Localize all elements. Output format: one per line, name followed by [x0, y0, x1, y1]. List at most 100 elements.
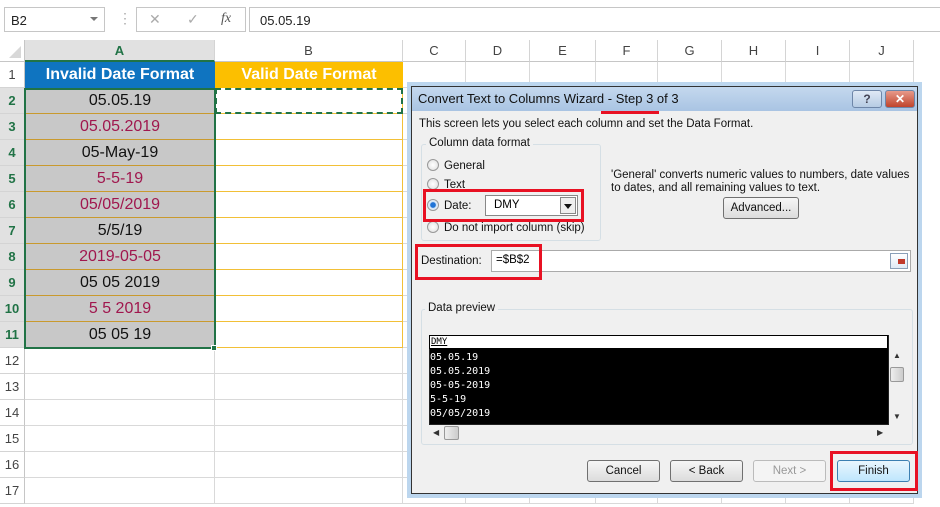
cell[interactable]: [403, 62, 466, 88]
column-header-b[interactable]: B: [215, 40, 403, 62]
column-header-h[interactable]: H: [722, 40, 786, 62]
cell[interactable]: [850, 62, 914, 88]
back-button[interactable]: < Back: [670, 460, 743, 482]
fill-handle[interactable]: [211, 345, 217, 351]
row-header-9[interactable]: 9: [0, 270, 25, 296]
cell-a5[interactable]: 5-5-19: [25, 166, 215, 192]
cell-b8[interactable]: [215, 244, 403, 270]
cell[interactable]: [25, 426, 215, 452]
advanced-button[interactable]: Advanced...: [723, 197, 799, 219]
row-header-2[interactable]: 2: [0, 88, 25, 114]
cancel-icon[interactable]: ✕: [149, 11, 161, 28]
cell-a10[interactable]: 5 5 2019: [25, 296, 215, 322]
cell-b4[interactable]: [215, 140, 403, 166]
radio-general[interactable]: General: [427, 159, 485, 172]
chevron-down-icon[interactable]: [90, 17, 98, 21]
column-header-d[interactable]: D: [466, 40, 530, 62]
preview-vertical-scrollbar[interactable]: ▲ ▼: [889, 349, 905, 425]
cell-b9[interactable]: [215, 270, 403, 296]
cell[interactable]: [786, 62, 850, 88]
scroll-up-icon[interactable]: ▲: [893, 351, 901, 360]
cell[interactable]: [215, 426, 403, 452]
cell-a7[interactable]: 5/5/19: [25, 218, 215, 244]
row-header-10[interactable]: 10: [0, 296, 25, 322]
cell-a2[interactable]: 05.05.19: [25, 88, 215, 114]
name-box[interactable]: B2: [4, 7, 105, 32]
row-header-1[interactable]: 1: [0, 62, 25, 88]
cell[interactable]: [596, 62, 658, 88]
row-header-17[interactable]: 17: [0, 478, 25, 504]
column-header-e[interactable]: E: [530, 40, 596, 62]
cell-b6[interactable]: [215, 192, 403, 218]
row-header-7[interactable]: 7: [0, 218, 25, 244]
cell[interactable]: [722, 62, 786, 88]
cell[interactable]: [25, 348, 215, 374]
radio-skip[interactable]: Do not import column (skip): [427, 221, 585, 234]
row-header-6[interactable]: 6: [0, 192, 25, 218]
cell-a4[interactable]: 05-May-19: [25, 140, 215, 166]
active-cell-b2[interactable]: [215, 88, 403, 114]
scroll-right-icon[interactable]: ▶: [877, 428, 883, 437]
row-header-8[interactable]: 8: [0, 244, 25, 270]
header-valid-date-format[interactable]: Valid Date Format: [215, 62, 403, 88]
preview-column-header[interactable]: DMY: [429, 335, 888, 349]
column-header-i[interactable]: I: [786, 40, 850, 62]
row-header-4[interactable]: 4: [0, 140, 25, 166]
close-button[interactable]: ✕: [885, 90, 915, 108]
collapse-dialog-icon[interactable]: [890, 253, 908, 269]
column-header-f[interactable]: F: [596, 40, 658, 62]
cell[interactable]: [215, 348, 403, 374]
radio-icon[interactable]: [427, 159, 439, 171]
cell-b5[interactable]: [215, 166, 403, 192]
cell[interactable]: [25, 374, 215, 400]
cell-a9[interactable]: 05 05 2019: [25, 270, 215, 296]
cell-b7[interactable]: [215, 218, 403, 244]
insert-function-icon[interactable]: fx: [221, 11, 231, 27]
drag-handle-icon[interactable]: ⋮: [118, 10, 132, 27]
cell-a3[interactable]: 05.05.2019: [25, 114, 215, 140]
cell-a8[interactable]: 2019-05-05: [25, 244, 215, 270]
row-header-3[interactable]: 3: [0, 114, 25, 140]
row-header-15[interactable]: 15: [0, 426, 25, 452]
next-button[interactable]: Next >: [753, 460, 826, 482]
formula-input[interactable]: 05.05.19: [249, 7, 940, 32]
cell[interactable]: [25, 452, 215, 478]
scroll-thumb[interactable]: [890, 367, 904, 382]
row-header-12[interactable]: 12: [0, 348, 25, 374]
cell[interactable]: [658, 62, 722, 88]
radio-icon[interactable]: [427, 221, 439, 233]
cell[interactable]: [25, 400, 215, 426]
scroll-down-icon[interactable]: ▼: [893, 412, 901, 421]
row-header-5[interactable]: 5: [0, 166, 25, 192]
row-header-13[interactable]: 13: [0, 374, 25, 400]
column-header-j[interactable]: J: [850, 40, 914, 62]
preview-horizontal-scrollbar[interactable]: ◀ ▶: [429, 425, 889, 441]
select-all-button[interactable]: [0, 40, 25, 62]
cell[interactable]: [215, 400, 403, 426]
cell-a6[interactable]: 05/05/2019: [25, 192, 215, 218]
dialog-titlebar[interactable]: Convert Text to Columns Wizard - Step 3 …: [412, 87, 917, 111]
scroll-left-icon[interactable]: ◀: [433, 428, 439, 437]
cell[interactable]: [215, 478, 403, 504]
cell[interactable]: [466, 62, 530, 88]
help-button[interactable]: ?: [852, 90, 882, 108]
column-header-c[interactable]: C: [403, 40, 466, 62]
cancel-button[interactable]: Cancel: [587, 460, 660, 482]
enter-icon[interactable]: ✓: [187, 11, 199, 28]
cell[interactable]: [25, 478, 215, 504]
row-header-11[interactable]: 11: [0, 322, 25, 348]
column-header-g[interactable]: G: [658, 40, 722, 62]
row-header-16[interactable]: 16: [0, 452, 25, 478]
cell[interactable]: [215, 374, 403, 400]
row-header-14[interactable]: 14: [0, 400, 25, 426]
destination-input[interactable]: =$B$2: [491, 250, 911, 272]
header-invalid-date-format[interactable]: Invalid Date Format: [25, 62, 215, 88]
column-header-a[interactable]: A: [25, 40, 215, 62]
cell[interactable]: [530, 62, 596, 88]
cell-b11[interactable]: [215, 322, 403, 348]
scroll-thumb[interactable]: [444, 426, 459, 440]
cell-b10[interactable]: [215, 296, 403, 322]
cell[interactable]: [215, 452, 403, 478]
cell-a11[interactable]: 05 05 19: [25, 322, 215, 348]
cell-b3[interactable]: [215, 114, 403, 140]
